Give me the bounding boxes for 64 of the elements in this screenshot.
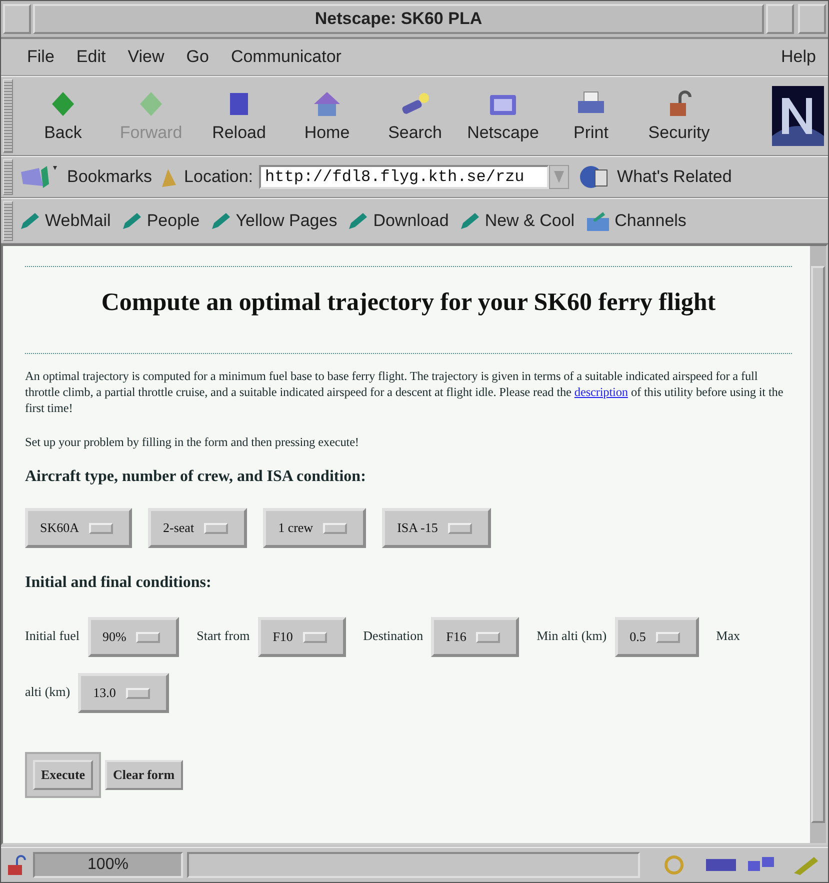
option-menu[interactable]: 13.0: [78, 673, 169, 714]
menu-item[interactable]: View: [128, 47, 164, 67]
window-menu-button[interactable]: [3, 4, 31, 34]
minimize-button[interactable]: [766, 4, 794, 34]
personal-toolbar-button[interactable]: People: [120, 211, 200, 231]
window-title: Netscape: SK60 PLA: [33, 4, 764, 34]
whats-related-button[interactable]: What's Related: [617, 167, 732, 187]
padlock-icon: [5, 853, 29, 877]
toolbar-grip-handle[interactable]: [3, 201, 13, 241]
pencil-icon: [458, 211, 481, 231]
pencil-icon: [210, 211, 232, 231]
option-menu[interactable]: 1 crew: [263, 508, 366, 548]
personal-toolbar-button[interactable]: Channels: [584, 210, 686, 232]
pencil-icon: [19, 211, 41, 231]
menu-item[interactable]: Edit: [76, 47, 106, 67]
field-label: Min alti (km): [536, 628, 607, 643]
instruction-text: Set up your problem by filling in the form and then pressing execute!: [25, 434, 360, 450]
option-menu[interactable]: F16: [431, 617, 520, 658]
toolbar-button[interactable]: Netscape: [459, 89, 547, 143]
option-menu[interactable]: 2-seat: [148, 508, 248, 548]
section-heading: Initial and final conditions:: [25, 574, 212, 592]
toolbar-button[interactable]: Print: [547, 89, 635, 143]
form-button[interactable]: Clear form: [105, 760, 183, 790]
toolbar-button[interactable]: Security: [635, 89, 723, 143]
option-menu[interactable]: F10: [258, 617, 346, 658]
toolbar-grip-handle[interactable]: [3, 79, 13, 153]
option-menu[interactable]: SK60A: [25, 508, 132, 548]
description-link[interactable]: description: [574, 385, 628, 399]
toolbar-button[interactable]: Search: [371, 89, 459, 143]
intro-paragraph: An optimal trajectory is computed for a minimum fuel base to base ferry flight. The trajectory is given in terms of a suitable indicated airspeed for a full throttle climb, a partial throttle cruise, and a suitable indicated airspeed for a descent at flight idle. Please read the description of this utility before using it the first time!: [25, 368, 784, 416]
field-label: Max: [716, 628, 740, 643]
section-heading: Aircraft type, number of crew, and ISA condition:: [25, 468, 367, 486]
page-heading: Compute an optimal trajectory for your SK60 ferry flight: [100, 289, 717, 317]
menu-item[interactable]: Communicator: [230, 47, 342, 67]
toolbar-button[interactable]: Home: [283, 89, 371, 143]
option-menu[interactable]: 0.5: [614, 617, 699, 658]
logo-icon: [772, 86, 824, 146]
bookmarks-button[interactable]: Bookmarks: [67, 167, 152, 187]
field-label: Destination: [363, 628, 424, 643]
option-menu[interactable]: 90%: [88, 617, 180, 658]
pencil-icon: [347, 211, 370, 231]
maximize-button[interactable]: [798, 4, 826, 34]
field-label: alti (km): [25, 684, 70, 699]
menu-item[interactable]: File: [27, 47, 54, 67]
url-field[interactable]: http://fdl8.flyg.kth.se/rzu: [259, 165, 550, 189]
personal-toolbar-button[interactable]: WebMail: [19, 211, 111, 231]
option-menu[interactable]: ISA -15: [382, 508, 491, 548]
field-label: Initial fuel: [25, 628, 80, 643]
toolbar-button[interactable]: Back: [19, 89, 107, 143]
toolbar-button[interactable]: Reload: [195, 89, 283, 143]
menu-item[interactable]: Go: [186, 47, 209, 67]
personal-toolbar-button[interactable]: Download: [347, 211, 449, 231]
personal-toolbar-button[interactable]: New & Cool: [458, 211, 575, 231]
folder-icon: [584, 210, 611, 232]
scrollbar[interactable]: [810, 246, 826, 843]
personal-toolbar-button[interactable]: Yellow Pages: [210, 211, 338, 231]
progress-text: 100%: [33, 852, 183, 878]
menu-item[interactable]: Help: [781, 47, 816, 67]
toolbar-grip-handle[interactable]: [3, 159, 13, 195]
caret-icon: [554, 171, 564, 183]
dropdown-button[interactable]: [549, 165, 570, 189]
pencil-icon: [120, 211, 143, 231]
location-label: Location:: [184, 167, 254, 187]
field-label: Start from: [196, 628, 250, 643]
